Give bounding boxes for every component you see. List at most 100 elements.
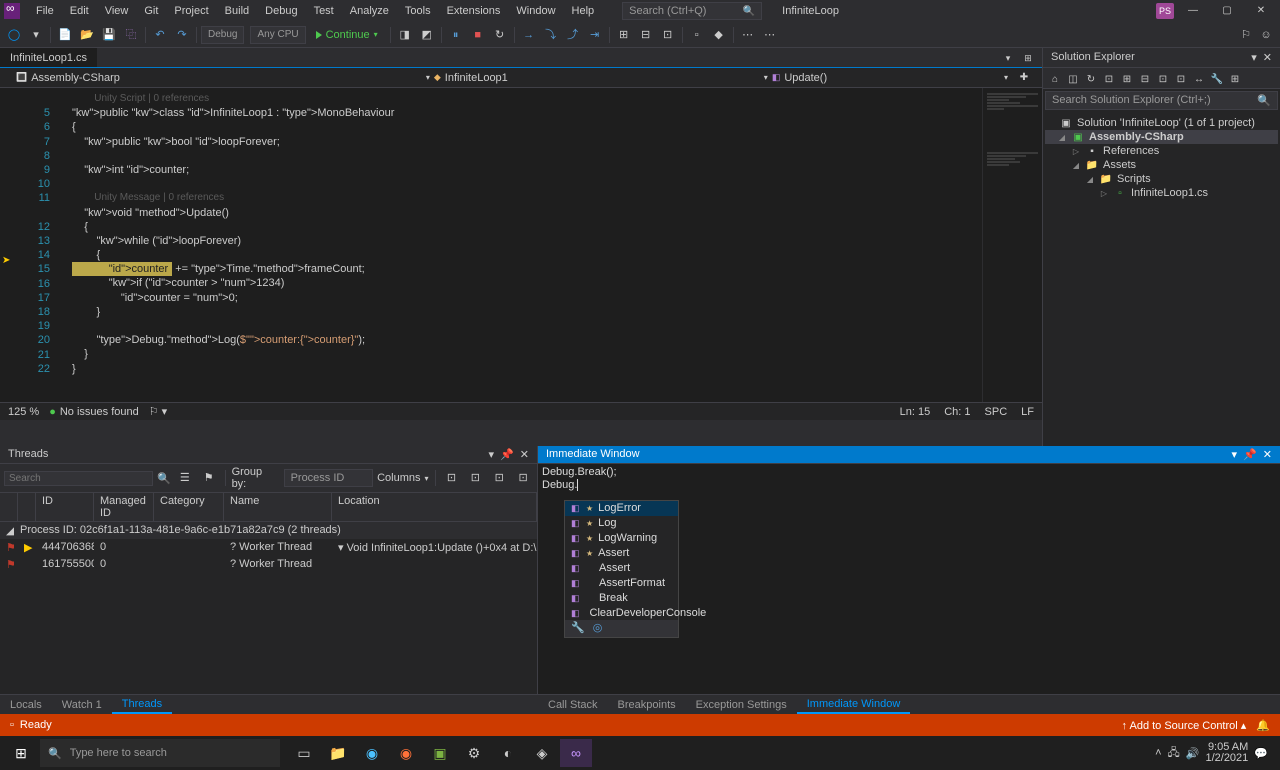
sol-btn-4[interactable]: ⊡ bbox=[1101, 70, 1117, 86]
sol-btn-7[interactable]: ⊡ bbox=[1155, 70, 1171, 86]
live-share-button[interactable]: ⚐ bbox=[1236, 25, 1256, 45]
menu-analyze[interactable]: Analyze bbox=[342, 3, 397, 19]
sol-btn-3[interactable]: ↻ bbox=[1083, 70, 1099, 86]
settings-icon[interactable]: ⚙ bbox=[458, 739, 490, 767]
tree-assets[interactable]: ◢📁Assets bbox=[1045, 158, 1278, 172]
threads-btn-4[interactable]: ⊡ bbox=[513, 468, 533, 488]
nav-icon[interactable]: ⚐ ▾ bbox=[149, 405, 167, 418]
intellisense-item[interactable]: ◧★LogWarning bbox=[565, 531, 678, 546]
step-into-button[interactable]: → bbox=[519, 25, 539, 45]
tree-file[interactable]: ▷▫InfiniteLoop1.cs bbox=[1045, 186, 1278, 200]
vs-icon[interactable]: ∞ bbox=[560, 739, 592, 767]
forward-button[interactable]: ▾ bbox=[26, 25, 46, 45]
save-button[interactable]: 💾 bbox=[99, 25, 119, 45]
continue-button[interactable]: Continue ▾ bbox=[308, 27, 386, 43]
sol-btn-6[interactable]: ⊟ bbox=[1137, 70, 1153, 86]
bottom-tab[interactable]: Threads bbox=[112, 696, 172, 714]
dropdown-icon[interactable]: ▾ bbox=[489, 448, 495, 461]
new-button[interactable]: 📄 bbox=[55, 25, 75, 45]
start-button[interactable]: ⊞ bbox=[4, 739, 38, 767]
menu-tools[interactable]: Tools bbox=[397, 3, 439, 19]
menu-build[interactable]: Build bbox=[217, 3, 257, 19]
intellisense-popup[interactable]: ◧★LogError◧★Log◧★LogWarning◧★Assert◧Asse… bbox=[564, 500, 679, 637]
flag-icon[interactable]: ⚑ bbox=[199, 468, 219, 488]
tb-extra-4[interactable]: ▫ bbox=[687, 25, 707, 45]
document-tab[interactable]: InfiniteLoop1.cs bbox=[0, 48, 97, 67]
filter-icon[interactable]: ☰ bbox=[175, 468, 195, 488]
app-icon-1[interactable]: ▣ bbox=[424, 739, 456, 767]
zoom-level[interactable]: 125 % bbox=[8, 406, 39, 418]
sol-btn-8[interactable]: ⊡ bbox=[1173, 70, 1189, 86]
crumb-method[interactable]: ▾◧Update() bbox=[756, 72, 835, 84]
tray-volume-icon[interactable]: 🔊 bbox=[1186, 747, 1200, 760]
sol-btn-5[interactable]: ⊞ bbox=[1119, 70, 1135, 86]
tray-network-icon[interactable]: 🖧 bbox=[1168, 744, 1180, 763]
menu-test[interactable]: Test bbox=[306, 3, 342, 19]
intellisense-item[interactable]: ◧★LogError bbox=[565, 501, 678, 516]
solution-search[interactable]: Search Solution Explorer (Ctrl+;) 🔍 bbox=[1045, 91, 1278, 110]
save-all-button[interactable]: ⿻ bbox=[121, 25, 141, 45]
debug-btn-1[interactable]: ◨ bbox=[395, 25, 415, 45]
immediate-content[interactable]: Debug.Break(); Debug. ◧★LogError◧★Log◧★L… bbox=[538, 464, 1280, 694]
close-button[interactable]: ✕ bbox=[1246, 1, 1276, 21]
crumb-dropdown[interactable]: ▾ bbox=[1004, 73, 1008, 82]
step-over-button[interactable]: ⤵ bbox=[541, 25, 561, 45]
menu-git[interactable]: Git bbox=[136, 3, 166, 19]
maximize-button[interactable]: ▢ bbox=[1212, 1, 1242, 21]
sol-btn-9[interactable]: ↔ bbox=[1191, 70, 1207, 86]
debug-btn-2[interactable]: ◩ bbox=[417, 25, 437, 45]
pause-button[interactable]: ⏸ bbox=[446, 25, 466, 45]
home-icon[interactable]: ⌂ bbox=[1047, 70, 1063, 86]
tb-extra-5[interactable]: ◆ bbox=[709, 25, 729, 45]
menu-project[interactable]: Project bbox=[166, 3, 216, 19]
menu-view[interactable]: View bbox=[97, 3, 137, 19]
minimap[interactable] bbox=[982, 88, 1042, 402]
threads-btn-1[interactable]: ⊡ bbox=[442, 468, 462, 488]
menu-help[interactable]: Help bbox=[564, 3, 603, 19]
tree-references[interactable]: ▷▪References bbox=[1045, 144, 1278, 158]
intellisense-item[interactable]: ◧AssertFormat bbox=[565, 576, 678, 591]
threads-btn-2[interactable]: ⊡ bbox=[465, 468, 485, 488]
user-badge[interactable]: PS bbox=[1156, 3, 1174, 19]
intellisense-filter-tabs[interactable]: 🔧 ◎ bbox=[564, 620, 679, 638]
bottom-tab[interactable]: Locals bbox=[0, 697, 52, 713]
sol-btn-2[interactable]: ◫ bbox=[1065, 70, 1081, 86]
target-icon[interactable]: ◎ bbox=[593, 622, 603, 635]
thread-row[interactable]: ⚑▶4447063680? Worker Thread▾ Void Infini… bbox=[0, 539, 537, 556]
firefox-icon[interactable]: ◉ bbox=[390, 739, 422, 767]
threads-search-input[interactable] bbox=[4, 471, 153, 486]
crumb-assembly[interactable]: 🔳Assembly-CSharp bbox=[8, 72, 128, 84]
pin-icon[interactable]: 📌 bbox=[500, 448, 514, 461]
threads-btn-3[interactable]: ⊡ bbox=[489, 468, 509, 488]
issues-status[interactable]: No issues found bbox=[60, 406, 139, 418]
close-icon[interactable]: ✕ bbox=[1263, 448, 1272, 461]
platform-dropdown[interactable]: Any CPU bbox=[250, 26, 305, 44]
search-icon[interactable]: 🔍 bbox=[157, 472, 171, 485]
taskbar-search[interactable]: 🔍 Type here to search bbox=[40, 739, 280, 767]
tab-dropdown[interactable]: ▾ bbox=[998, 48, 1018, 68]
pin-icon[interactable]: 📌 bbox=[1243, 448, 1257, 461]
feedback-button[interactable]: ☺ bbox=[1256, 25, 1276, 45]
tray-date[interactable]: 1/2/2021 bbox=[1205, 753, 1248, 764]
columns-dropdown[interactable]: Columns bbox=[377, 472, 420, 484]
bottom-tab[interactable]: Immediate Window bbox=[797, 696, 911, 714]
config-dropdown[interactable]: Debug bbox=[201, 26, 244, 44]
notifications-icon[interactable]: 💬 bbox=[1254, 747, 1268, 760]
task-view-icon[interactable]: ▭ bbox=[288, 739, 320, 767]
redo-button[interactable]: ↷ bbox=[172, 25, 192, 45]
sol-btn-10[interactable]: 🔧 bbox=[1209, 70, 1225, 86]
restart-button[interactable]: ↻ bbox=[490, 25, 510, 45]
unity-icon[interactable]: ◈ bbox=[526, 739, 558, 767]
bottom-tab[interactable]: Breakpoints bbox=[608, 697, 686, 713]
tree-scripts[interactable]: ◢📁Scripts bbox=[1045, 172, 1278, 186]
thread-row[interactable]: ⚑16175550080? Worker Thread bbox=[0, 556, 537, 573]
code-area[interactable]: Unity Script | 0 references"kw">public "… bbox=[72, 88, 982, 402]
dropdown-icon[interactable]: ▾ bbox=[1232, 448, 1238, 461]
menu-debug[interactable]: Debug bbox=[257, 3, 305, 19]
sol-btn-11[interactable]: ⊞ bbox=[1227, 70, 1243, 86]
threads-group-row[interactable]: ◢Process ID: 02c6f1a1-113a-481e-9a6c-e1b… bbox=[0, 522, 537, 539]
tab-pin[interactable]: ⊞ bbox=[1018, 48, 1038, 68]
tb-extra-7[interactable]: ⋯ bbox=[760, 25, 780, 45]
minimize-button[interactable]: — bbox=[1178, 1, 1208, 21]
tray-time[interactable]: 9:05 AM bbox=[1205, 742, 1248, 753]
